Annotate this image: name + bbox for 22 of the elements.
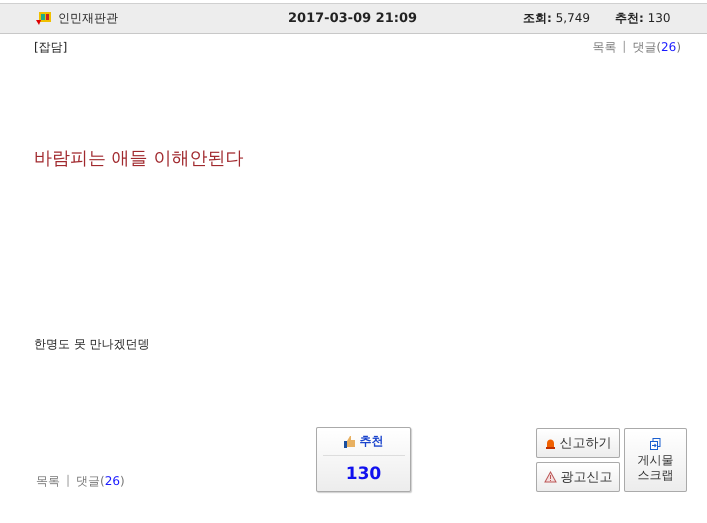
- post-title: 바람피는 애들 이해안된다: [34, 147, 244, 170]
- board-icon: [36, 11, 52, 26]
- post-datetime: 2017-03-09 21:09: [288, 11, 418, 26]
- board-name[interactable]: 인민재판관: [58, 10, 288, 27]
- separator: |: [622, 39, 626, 55]
- post-body: 한명도 못 만나겠던뎅: [34, 336, 151, 353]
- list-link[interactable]: 목록: [592, 39, 616, 56]
- list-link[interactable]: 목록: [36, 473, 60, 490]
- category-label: [잡담]: [34, 39, 68, 56]
- ad-report-button[interactable]: 광고신고: [536, 462, 620, 492]
- comments-link[interactable]: 댓글(26): [632, 39, 681, 56]
- comments-link[interactable]: 댓글(26): [76, 473, 125, 490]
- report-button[interactable]: 신고하기: [536, 428, 620, 458]
- recommend-button[interactable]: 추천 130: [316, 427, 411, 492]
- warning-icon: [544, 471, 556, 483]
- alarm-light-icon: [544, 438, 556, 448]
- recommend-count: 추천: 130: [615, 10, 671, 27]
- separator: |: [66, 473, 70, 489]
- thumbs-up-icon: [344, 436, 356, 448]
- view-count: 조회: 5,749: [523, 10, 591, 27]
- scrap-button[interactable]: 게시물 스크랩: [624, 428, 687, 492]
- scrap-icon: [650, 438, 661, 450]
